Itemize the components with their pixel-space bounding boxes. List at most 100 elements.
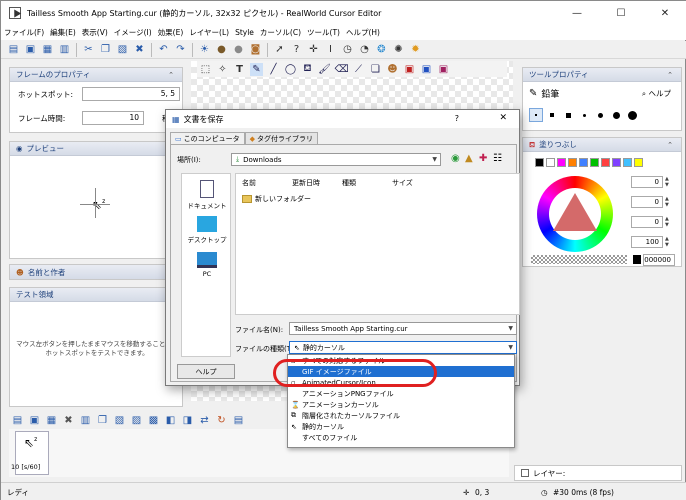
delete-frame-icon[interactable]: ✖ <box>62 414 75 427</box>
brush-size-3[interactable] <box>561 108 575 122</box>
color-triangle[interactable] <box>553 193 597 231</box>
view-menu-icon[interactable]: ☷ <box>493 153 502 164</box>
color-swatch[interactable] <box>535 158 544 167</box>
dropdown-item-all-files[interactable]: すべてのファイル <box>288 432 514 443</box>
color-swatch[interactable] <box>634 158 643 167</box>
save-icon[interactable]: ▦ <box>41 43 54 56</box>
hotspot-input[interactable]: 5, 5 <box>82 87 180 101</box>
column-size[interactable]: サイズ <box>392 178 413 188</box>
menu-edit[interactable]: 編集(E) <box>47 27 79 38</box>
collapse-chevron-icon[interactable]: ⌃ <box>667 141 673 149</box>
color-swatch[interactable] <box>546 158 555 167</box>
frame-left-icon[interactable]: ◧ <box>164 414 177 427</box>
column-modified[interactable]: 更新日時 <box>292 178 320 188</box>
menu-help[interactable]: ヘルプ(H) <box>343 27 383 38</box>
alpha-slider[interactable] <box>531 255 627 264</box>
brush-size-4[interactable] <box>577 108 591 122</box>
add-frame-icon[interactable]: ▤ <box>11 414 24 427</box>
insert-frame-icon[interactable]: ▣ <box>28 414 41 427</box>
duplicate-frame-icon[interactable]: ▦ <box>45 414 58 427</box>
menu-file[interactable]: ファイル(F) <box>1 27 47 38</box>
up-folder-icon[interactable]: ▲ <box>465 153 473 164</box>
collapse-chevron-icon[interactable]: ⌃ <box>168 71 174 79</box>
tab-tagged-library[interactable]: ◆ タグ付ライブラリ <box>244 132 319 144</box>
crosshair-icon[interactable]: ✛ <box>307 43 320 56</box>
hex-value[interactable]: 000000 <box>643 254 675 266</box>
collapse-chevron-icon[interactable]: ⌃ <box>667 71 673 79</box>
blue-spin[interactable]: ▲ ▼ <box>665 216 673 228</box>
ellipse-tool-icon[interactable]: ◯ <box>284 63 297 76</box>
menu-cursor[interactable]: カーソル(C) <box>257 27 304 38</box>
portrait-icon[interactable]: ◙ <box>249 43 262 56</box>
brush-size-1[interactable] <box>529 108 543 122</box>
gear-ring-icon[interactable]: ✺ <box>392 43 405 56</box>
color-swatch[interactable] <box>557 158 566 167</box>
tool-properties-header[interactable]: ツールプロパティ ⌃ <box>523 68 681 82</box>
working-cursor-icon[interactable]: ◔ <box>358 43 371 56</box>
fill-tool-icon[interactable]: ⛾ <box>301 63 314 76</box>
filename-input[interactable]: Tailless Smooth App Starting.cur ▼ <box>289 322 517 335</box>
green-value[interactable]: 0 <box>631 196 663 208</box>
help-cursor-icon[interactable]: ? <box>290 43 303 56</box>
paste-icon[interactable]: ▧ <box>116 43 129 56</box>
brush-size-5[interactable] <box>593 108 607 122</box>
back-icon[interactable]: ◉ <box>451 153 460 164</box>
place-documents[interactable]: ドキュメント <box>182 180 232 210</box>
menu-effects[interactable]: 効果(E) <box>155 27 187 38</box>
maximize-button[interactable]: ☐ <box>599 1 643 25</box>
delete-icon[interactable]: ✖ <box>133 43 146 56</box>
red-value[interactable]: 0 <box>631 176 663 188</box>
sphere-icon[interactable]: ● <box>215 43 228 56</box>
column-name[interactable]: 名前 <box>242 178 256 188</box>
dialog-help-button[interactable]: ? <box>455 114 459 123</box>
frame-export-icon[interactable]: ▩ <box>147 414 160 427</box>
portrait-tool-icon[interactable]: ☻ <box>386 63 399 76</box>
blue-value[interactable]: 0 <box>631 216 663 228</box>
frame-copy-icon[interactable]: ❐ <box>96 414 109 427</box>
clone-tool-icon[interactable]: ❏ <box>369 63 382 76</box>
frame-right-icon[interactable]: ◨ <box>181 414 194 427</box>
layers-blue-icon[interactable]: ▣ <box>420 63 433 76</box>
menu-layer[interactable]: レイヤー(L) <box>186 27 232 38</box>
undo-icon[interactable]: ↶ <box>157 43 170 56</box>
redo-icon[interactable]: ↷ <box>174 43 187 56</box>
frame-swap-icon[interactable]: ⇄ <box>198 414 211 427</box>
fill-header[interactable]: ⛾ 塗りつぶし ⌃ <box>523 138 681 152</box>
text-tool-icon[interactable]: T <box>233 63 246 76</box>
dropdown-item-layered-cursor[interactable]: ⧉ 階層化されたカーソルファイル <box>288 410 514 421</box>
new-file-icon[interactable]: ▤ <box>7 43 20 56</box>
test-area-panel[interactable]: テスト領域 マウス左ボタンを押したままマウスを移動することで、ホットスポットをテ… <box>9 287 183 407</box>
menu-view[interactable]: 表示(V) <box>79 27 111 38</box>
brightness-icon[interactable]: ☀ <box>198 43 211 56</box>
menu-style[interactable]: Style <box>232 28 257 37</box>
save-as-icon[interactable]: ▥ <box>58 43 71 56</box>
filetype-combo[interactable]: ⇖ 静的カーソル ▼ <box>289 341 517 354</box>
arrow-cursor-icon[interactable]: ➚ <box>273 43 286 56</box>
dropdown-item-apng[interactable]: アニメーションPNGファイル <box>288 388 514 399</box>
menu-image[interactable]: イメージ(I) <box>111 27 155 38</box>
close-button[interactable]: ✕ <box>643 1 686 25</box>
tab-this-computer[interactable]: ▭ このコンピュータ <box>170 132 245 144</box>
copy-icon[interactable]: ❐ <box>99 43 112 56</box>
color-swatch[interactable] <box>623 158 632 167</box>
brush-size-7[interactable] <box>625 108 639 122</box>
frame-settings-icon[interactable]: ▤ <box>232 414 245 427</box>
color-swatch[interactable] <box>568 158 577 167</box>
frame-properties-header[interactable]: フレームのプロパティ ⌃ <box>10 68 182 82</box>
frame-import-icon[interactable]: ▨ <box>130 414 143 427</box>
dialog-close-button[interactable]: ✕ <box>499 113 507 123</box>
place-pc[interactable]: PC <box>182 252 232 278</box>
alpha-value[interactable]: 100 <box>631 236 663 248</box>
brush-size-6[interactable] <box>609 108 623 122</box>
green-spin[interactable]: ▲ ▼ <box>665 196 673 208</box>
layers-checkbox[interactable] <box>521 469 529 477</box>
color-swatch[interactable] <box>612 158 621 167</box>
color-swatch[interactable] <box>590 158 599 167</box>
text-cursor-icon[interactable]: I <box>324 43 337 56</box>
layers-red-icon[interactable]: ▣ <box>403 63 416 76</box>
brush-size-2[interactable] <box>545 108 559 122</box>
cut-icon[interactable]: ✂ <box>82 43 95 56</box>
help-link[interactable]: ⌕ ヘルプ <box>642 88 671 99</box>
list-item[interactable]: 新しいフォルダー <box>242 194 311 204</box>
frame-time-input[interactable]: 10 <box>82 111 144 125</box>
